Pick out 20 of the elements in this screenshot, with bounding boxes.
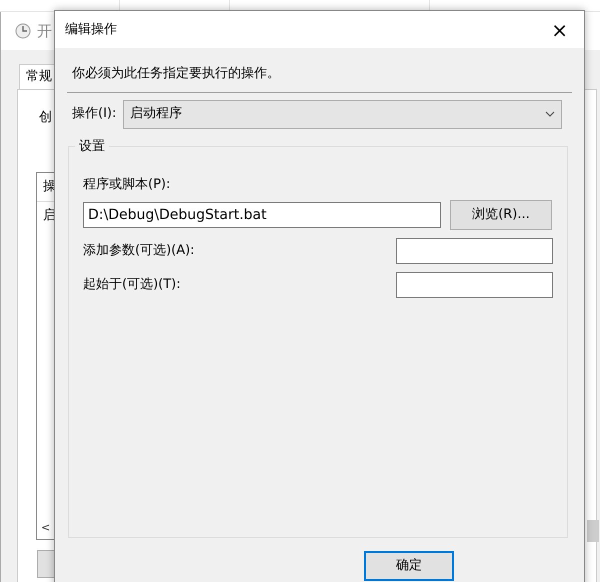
field-label: 起始于(可选)(T):: [83, 276, 181, 294]
window-title: 开: [37, 20, 52, 42]
close-button[interactable]: ×: [545, 20, 574, 40]
action-dropdown[interactable]: 启动程序: [122, 100, 562, 128]
field-label: 添加参数(可选)(A):: [83, 242, 195, 260]
dropdown-value: 启动程序: [130, 105, 182, 124]
ok-button[interactable]: 确定: [364, 550, 454, 580]
field-label: 程序或脚本(P):: [83, 176, 172, 194]
label: 创: [39, 109, 52, 127]
program-field[interactable]: D:\Debug\DebugStart.bat: [83, 202, 441, 228]
instruction-text: 你必须为此任务指定要执行的操作。: [71, 65, 281, 83]
browse-button[interactable]: 浏览(R)...: [450, 200, 552, 230]
dialog-title: 编辑操作: [65, 20, 117, 39]
clock-icon: [15, 23, 31, 39]
scroll-left-arrow[interactable]: <: [41, 520, 50, 536]
field-label: 操作(I):: [72, 105, 116, 124]
chevron-down-icon: [545, 111, 555, 117]
scrollbar-thumb[interactable]: [587, 520, 599, 542]
text-field[interactable]: [396, 272, 553, 298]
text-field[interactable]: [396, 238, 553, 264]
